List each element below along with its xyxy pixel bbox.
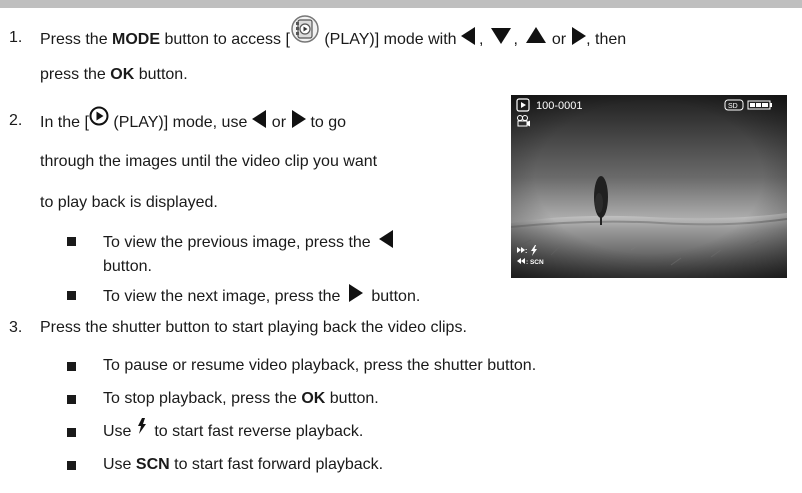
step-2-text-c: to go: [306, 114, 347, 131]
bullet-text: To pause or resume video playback, press…: [103, 357, 537, 374]
triangle-left-icon: [460, 27, 475, 45]
step-3-text: Press the shutter button to start playin…: [40, 319, 467, 336]
ok-button-label: OK: [301, 390, 326, 407]
triangle-left-icon: [379, 230, 394, 248]
bullet-text: To view the next image, press the: [103, 288, 341, 305]
bullet-square: [67, 237, 76, 246]
step-3-number: 3.: [9, 319, 23, 336]
camera-playback-screen: 100-0001 SD : : SCN: [510, 95, 788, 278]
step-2-text-a: In the [: [40, 114, 89, 131]
bullet-text: Use: [103, 456, 136, 473]
step-1-line-2-b: button.: [134, 66, 188, 83]
step-2-bullet-1-line-2: button.: [103, 258, 152, 275]
bullet-text: button.: [371, 288, 421, 305]
step-2-text-b: (PLAY)] mode, use: [108, 114, 252, 131]
bullet-square: [67, 461, 76, 470]
step-1-line-2: press the OK button.: [40, 64, 188, 86]
step-2-line-1: In the [ (PLAY)] mode, use or to go: [40, 106, 347, 134]
step-2-line-3: to play back is displayed.: [40, 194, 218, 211]
bullet-text: To stop playback, press the: [103, 390, 302, 407]
header-rule: [0, 0, 802, 8]
triangle-right-icon: [572, 27, 587, 45]
or-text: or: [551, 31, 567, 48]
scn-label: SCN: [135, 456, 170, 473]
step-1-text-b: button to access [: [160, 31, 290, 48]
step-1-text-c: (PLAY)] mode with: [319, 31, 461, 48]
step-1-line-1: Press the MODE button to access [ (PLAY)…: [40, 15, 627, 51]
step-2-bullet-2: To view the next image, press the button…: [103, 284, 420, 308]
mode-button-label: MODE: [112, 31, 161, 48]
separator: ,: [478, 31, 484, 48]
mode-dial-play-icon: [290, 14, 320, 51]
bullet-text: to start fast forward playback.: [169, 456, 384, 473]
triangle-up-icon: [525, 27, 546, 43]
step-2-line-2: through the images until the video clip …: [40, 153, 378, 170]
bullet-text: To view the previous image, press the: [103, 234, 371, 251]
bullet-square: [67, 362, 76, 371]
file-number: 100-0001: [536, 100, 583, 112]
step-1-text-d: , then: [586, 31, 627, 48]
step-1-line-2-a: press the: [40, 66, 111, 83]
play-circle-icon: [89, 106, 109, 133]
step-1-number: 1.: [9, 29, 23, 46]
bullet-square: [67, 395, 76, 404]
step-1-text-a: Press the: [40, 31, 113, 48]
flash-icon: [137, 418, 147, 441]
step-2-bullet-1-line-1: To view the previous image, press the: [103, 230, 394, 254]
step-2-number: 2.: [9, 112, 23, 129]
bullet-text: to start fast reverse playback.: [149, 423, 364, 440]
bullet-square: [67, 428, 76, 437]
bullet-square: [67, 291, 76, 300]
ff-label: :: [525, 248, 527, 255]
triangle-down-icon: [491, 28, 512, 44]
step-3-bullet-1: To pause or resume video playback, press…: [103, 355, 536, 377]
triangle-left-icon: [251, 110, 266, 128]
step-3-bullet-4: Use SCN to start fast forward playback.: [103, 454, 383, 476]
triangle-right-icon: [292, 110, 307, 128]
bullet-text: Use: [103, 423, 136, 440]
or-text: or: [271, 114, 287, 131]
triangle-right-icon: [348, 284, 363, 302]
step-3-bullet-3: Use to start fast reverse playback.: [103, 418, 364, 443]
svg-text:SD: SD: [728, 103, 738, 110]
bullet-text: button.: [325, 390, 379, 407]
step-3-bullet-2: To stop playback, press the OK button.: [103, 388, 379, 410]
rew-label: : SCN: [526, 259, 544, 266]
separator: ,: [513, 31, 518, 48]
ok-button-label: OK: [110, 66, 135, 83]
